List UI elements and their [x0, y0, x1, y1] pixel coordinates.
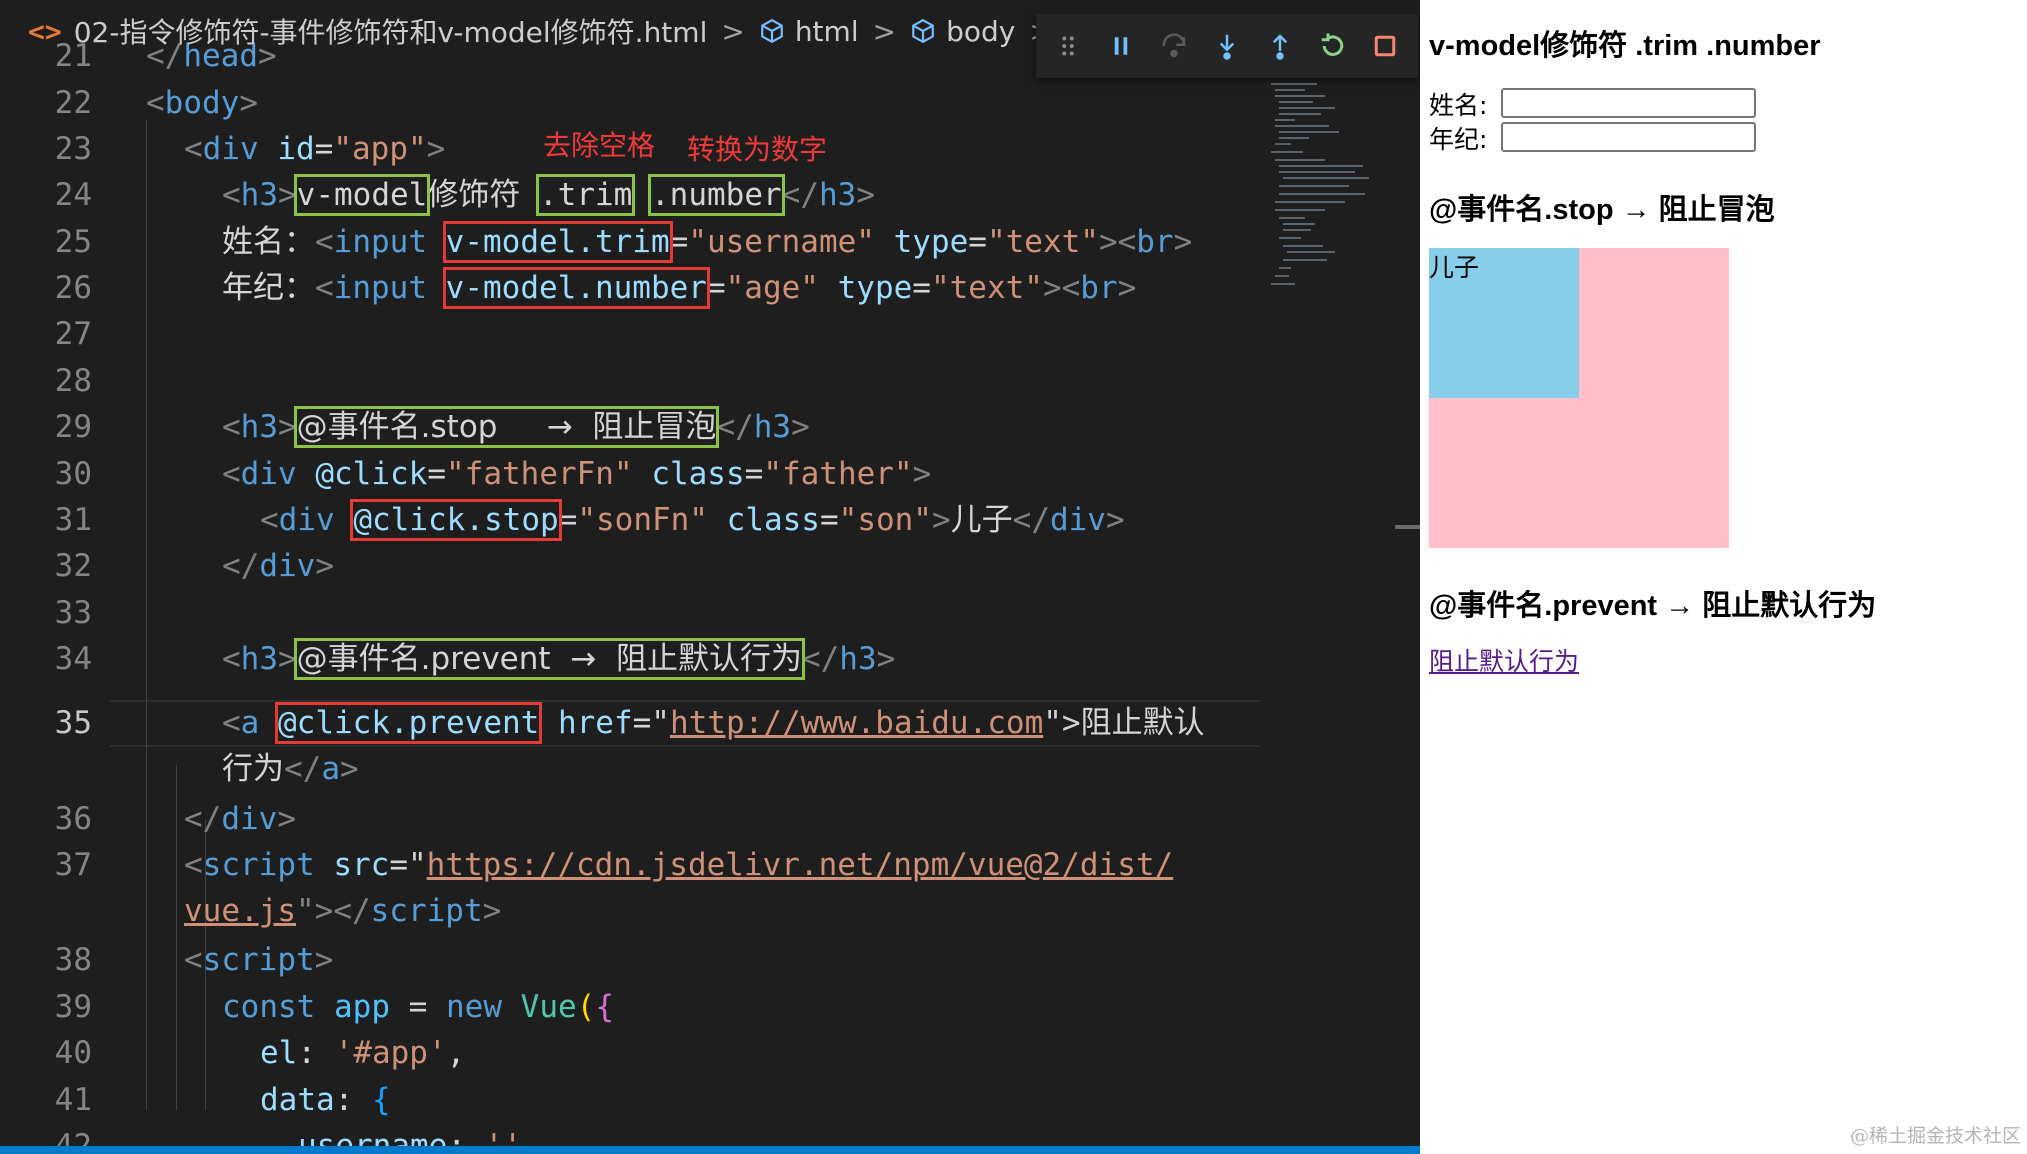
scrollbar-thumb[interactable]: [1395, 525, 1420, 529]
code-line: <script>: [184, 942, 334, 978]
code-line: 年纪：<input v-model.number="age" type="tex…: [222, 267, 1137, 309]
code-line-wrapped: 行为</a>: [222, 751, 359, 787]
code-editor[interactable]: 21 22 23 24 25 26 27 28 29 30 31 32 33 3…: [0, 0, 1420, 1154]
code-line: <div id="app">: [184, 131, 446, 167]
trim-annotation: 去除空格: [543, 129, 656, 162]
step-out-icon[interactable]: [1260, 26, 1300, 66]
page-title: v-model修饰符 .trim .number: [1429, 30, 1821, 62]
code-line: data: {: [260, 1082, 391, 1118]
debug-toolbar: [1036, 14, 1418, 78]
breadcrumb-separator: >: [721, 14, 745, 48]
vmodel-highlight-box: v-model: [293, 174, 431, 216]
vmodel-number-highlight-box: v-model.number: [442, 267, 710, 309]
step-over-icon[interactable]: [1154, 26, 1194, 66]
click-prevent-highlight-box: @click.prevent: [275, 702, 543, 744]
name-label: 姓名:: [1429, 91, 1488, 120]
browser-preview: v-model修饰符 .trim .number 姓名: 年纪: @事件名.st…: [1420, 0, 2027, 1154]
father-box[interactable]: 儿子: [1429, 248, 1729, 548]
code-line: <div @click="fatherFn" class="father">: [222, 456, 932, 492]
code-line: </div>: [222, 548, 334, 584]
breadcrumb-body[interactable]: body: [910, 15, 1015, 48]
html-file-icon: <>: [28, 14, 62, 48]
breadcrumb-html[interactable]: html: [759, 15, 859, 48]
trim-highlight-box: .trim: [535, 174, 636, 216]
son-box[interactable]: 儿子: [1429, 248, 1579, 398]
drag-handle-icon[interactable]: [1048, 26, 1088, 66]
number-annotation: 转换为数字: [687, 133, 828, 166]
username-input[interactable]: [1501, 88, 1756, 118]
cube-icon: [760, 18, 783, 44]
stop-heading: @事件名.stop → 阻止冒泡: [1429, 194, 1775, 226]
son-label: 儿子: [1429, 253, 1480, 282]
code-line: <h3>v-model修饰符 .trim .number</h3>: [222, 174, 875, 216]
minimap[interactable]: [1265, 80, 1390, 290]
click-stop-highlight-box: @click.stop: [350, 499, 562, 541]
code-line: 姓名：<input v-model.trim="username" type="…: [222, 221, 1193, 263]
script-src-link: https://cdn.jsdelivr.net/npm/vue@2/dist/: [426, 847, 1174, 883]
code-line: </div>: [184, 801, 296, 837]
restart-icon[interactable]: [1313, 26, 1353, 66]
code-line: <h3>@事件名.prevent → 阻止默认行为</h3>: [222, 638, 896, 680]
prevent-heading: @事件名.prevent → 阻止默认行为: [1429, 590, 1877, 622]
pause-icon[interactable]: [1101, 26, 1141, 66]
code-line: <body>: [146, 85, 258, 121]
code-line: el: '#app',: [260, 1035, 466, 1071]
code-line-wrapped: vue.js"></script>: [184, 893, 502, 929]
code-area[interactable]: </head> <body> <div id="app"> <h3>v-mode…: [0, 0, 1420, 1154]
code-line-active: <a @click.prevent href="http://www.baidu…: [222, 702, 1205, 744]
code-line: const app = new Vue({: [222, 989, 615, 1025]
cube-icon: [912, 18, 934, 44]
editor-bottom-bar: [0, 1146, 1420, 1154]
vmodel-trim-highlight-box: v-model.trim: [442, 221, 673, 263]
number-highlight-box: .number: [648, 174, 785, 216]
code-line: <h3>@事件名.stop → 阻止冒泡</h3>: [222, 406, 810, 448]
prevent-default-link[interactable]: 阻止默认行为: [1429, 642, 1579, 678]
code-line: <div @click.stop="sonFn" class="son">儿子<…: [260, 499, 1125, 541]
age-label: 年纪:: [1429, 125, 1488, 154]
age-input[interactable]: [1501, 122, 1756, 152]
stop-icon[interactable]: [1365, 26, 1405, 66]
breadcrumb-file[interactable]: 02-指令修饰符-事件修饰符和v-model修饰符.html: [74, 11, 708, 51]
code-line: <script src="https://cdn.jsdelivr.net/np…: [184, 847, 1174, 883]
vertical-scrollbar[interactable]: [1395, 0, 1420, 1154]
step-into-icon[interactable]: [1207, 26, 1247, 66]
breadcrumb-separator: >: [872, 14, 897, 48]
href-link: http://www.baidu.com: [669, 705, 1044, 741]
watermark: @稀土掘金技术社区: [1849, 1125, 2021, 1147]
prevent-heading-highlight-box: @事件名.prevent → 阻止默认行为: [293, 638, 805, 680]
stop-heading-highlight-box: @事件名.stop → 阻止冒泡: [293, 406, 720, 448]
